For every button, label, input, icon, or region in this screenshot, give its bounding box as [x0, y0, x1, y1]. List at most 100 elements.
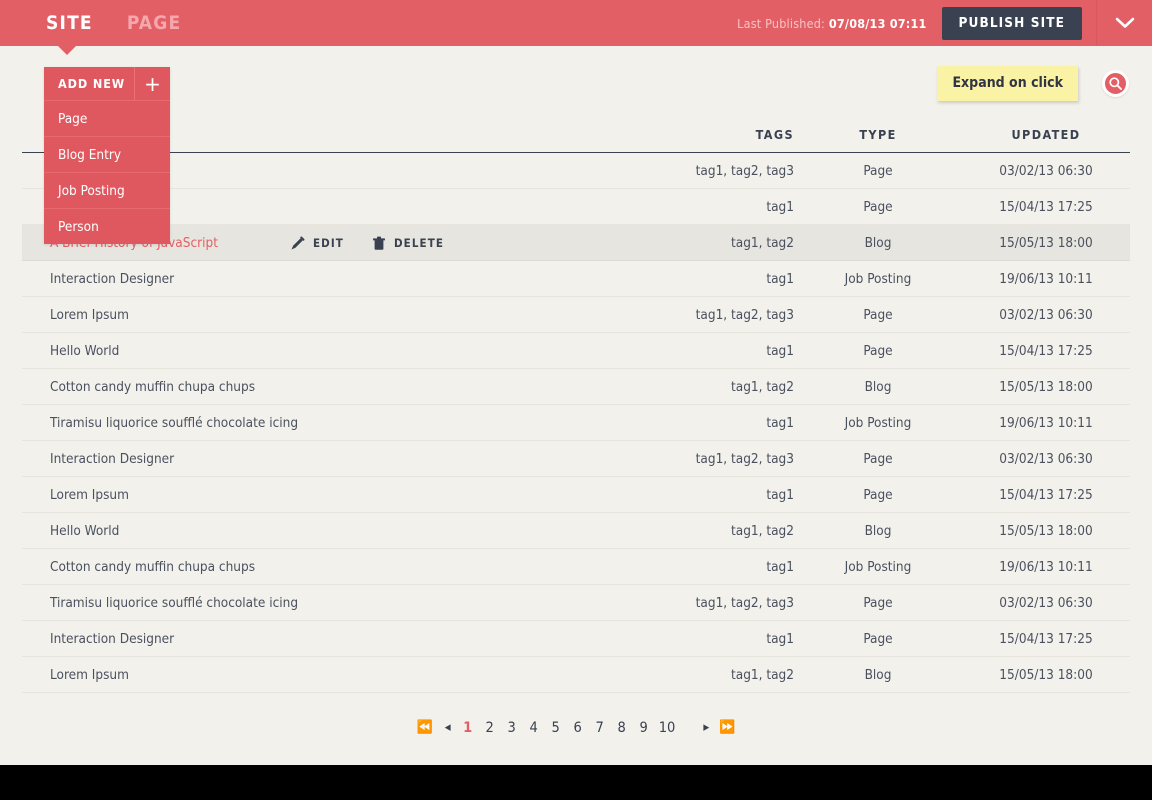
- pencil-icon: [291, 236, 305, 249]
- row-type: Page: [863, 306, 893, 323]
- column-header-type[interactable]: TYPE: [794, 127, 962, 142]
- content-table: TAGS TYPE UPDATED tag1, tag2, tag3 Page 03…: [22, 116, 1130, 693]
- page-10-button[interactable]: 10: [655, 714, 680, 742]
- row-type: Blog: [864, 666, 892, 683]
- row-updated: 15/05/13 18:00: [999, 666, 1093, 683]
- row-title: Lorem Ipsum: [50, 486, 129, 503]
- row-updated: 19/06/13 10:11: [999, 558, 1093, 575]
- page-6-button[interactable]: 6: [567, 714, 589, 742]
- tab-site[interactable]: SITE: [46, 0, 93, 46]
- row-type: Page: [863, 198, 893, 215]
- table-row[interactable]: Tiramisu liquorice soufflé chocolate ici…: [22, 585, 1130, 621]
- table-row[interactable]: Hello World tag1, tag2 Blog 15/05/13 18:00: [22, 513, 1130, 549]
- last-published-value: 07/08/13 07:11: [828, 15, 927, 31]
- row-updated: 15/04/13 17:25: [999, 198, 1093, 215]
- table-row[interactable]: tag1 Page 15/04/13 17:25: [22, 189, 1130, 225]
- table-row[interactable]: Interaction Designer tag1 Job Posting 19/06…: [22, 261, 1130, 297]
- add-new-menu-items: Page Blog Entry Job Posting Person: [44, 100, 170, 244]
- row-updated: 15/05/13 18:00: [999, 234, 1093, 251]
- add-new-item-person[interactable]: Person: [44, 208, 170, 244]
- expand-on-click-tooltip: Expand on click: [937, 66, 1078, 101]
- row-title: Lorem Ipsum: [50, 306, 129, 323]
- page-1-button[interactable]: 1: [457, 714, 479, 742]
- row-tags: tag1: [766, 414, 794, 431]
- trash-icon: [372, 236, 385, 250]
- row-type: Job Posting: [844, 270, 912, 287]
- page-7-button[interactable]: 7: [589, 714, 611, 742]
- row-updated: 15/05/13 18:00: [999, 378, 1093, 395]
- table-row[interactable]: Interaction Designer tag1 Page 15/04/13 17:…: [22, 621, 1130, 657]
- last-published-label: Last Published:: [737, 15, 826, 31]
- publish-site-button[interactable]: PUBLISH SITE: [941, 6, 1082, 40]
- row-updated: 15/04/13 17:25: [999, 486, 1093, 503]
- top-bar: SITE PAGE Last Published: 07/08/13 07:11…: [0, 0, 1152, 46]
- top-nav-tabs: SITE PAGE: [0, 0, 181, 46]
- page-2-button[interactable]: 2: [479, 714, 501, 742]
- row-type: Job Posting: [844, 414, 912, 431]
- chevron-down-icon: [1115, 17, 1134, 28]
- row-type: Blog: [864, 234, 892, 251]
- delete-label: DELETE: [393, 236, 445, 250]
- row-title: Interaction Designer: [50, 450, 175, 467]
- table-row[interactable]: Lorem Ipsum tag1, tag2 Blog 15/05/13 18:00: [22, 657, 1130, 693]
- row-updated: 19/06/13 10:11: [999, 270, 1093, 287]
- page-5-button[interactable]: 5: [545, 714, 567, 742]
- prev-page-icon[interactable]: ◂: [439, 714, 457, 742]
- topbar-collapse-toggle[interactable]: [1096, 0, 1152, 46]
- column-header-updated[interactable]: UPDATED: [962, 127, 1130, 142]
- row-title: Interaction Designer: [50, 270, 175, 287]
- table-row[interactable]: Lorem Ipsum tag1, tag2, tag3 Page 03/02/13 …: [22, 297, 1130, 333]
- plus-icon[interactable]: +: [134, 67, 170, 100]
- table-row[interactable]: Tiramisu liquorice soufflé chocolate ici…: [22, 405, 1130, 441]
- top-bar-right: Last Published: 07/08/13 07:11 PUBLISH S…: [737, 0, 1152, 46]
- row-actions: EDIT DELETE: [290, 225, 444, 261]
- column-header-tags[interactable]: TAGS: [626, 127, 794, 142]
- page-9-button[interactable]: 9: [633, 714, 655, 742]
- row-updated: 15/05/13 18:00: [999, 522, 1093, 539]
- add-new-button[interactable]: ADD NEW +: [44, 67, 170, 100]
- last-page-icon[interactable]: ⏩: [715, 714, 739, 742]
- table-row[interactable]: Interaction Designer tag1, tag2, tag3 Page…: [22, 441, 1130, 477]
- table-row[interactable]: Lorem Ipsum tag1 Page 15/04/13 17:25: [22, 477, 1130, 513]
- row-tags: tag1, tag2, tag3: [695, 306, 794, 323]
- table-header-row: TAGS TYPE UPDATED: [22, 116, 1130, 153]
- last-published-status: Last Published: 07/08/13 07:11: [737, 16, 926, 31]
- table-row[interactable]: tag1, tag2, tag3 Page 03/02/13 06:30: [22, 153, 1130, 189]
- row-tags: tag1, tag2, tag3: [695, 162, 794, 179]
- next-page-icon[interactable]: ▸: [697, 714, 715, 742]
- page-4-button[interactable]: 4: [523, 714, 545, 742]
- search-button[interactable]: [1102, 70, 1129, 97]
- row-tags: tag1: [766, 198, 794, 215]
- row-title: Interaction Designer: [50, 630, 175, 647]
- row-title: Hello World: [50, 522, 120, 539]
- row-updated: 15/04/13 17:25: [999, 342, 1093, 359]
- tab-page[interactable]: PAGE: [127, 0, 182, 46]
- table-row[interactable]: Cotton candy muffin chupa chups tag1, tag…: [22, 369, 1130, 405]
- row-title: Cotton candy muffin chupa chups: [50, 378, 256, 395]
- row-tags: tag1, tag2, tag3: [695, 450, 794, 467]
- delete-action[interactable]: DELETE: [372, 236, 444, 251]
- row-tags: tag1: [766, 486, 794, 503]
- table-row[interactable]: Hello World tag1 Page 15/04/13 17:25: [22, 333, 1130, 369]
- edit-action[interactable]: EDIT: [290, 236, 344, 251]
- row-type: Page: [863, 162, 893, 179]
- edit-label: EDIT: [313, 236, 344, 250]
- table-row[interactable]: Cotton candy muffin chupa chups tag1 Job P…: [22, 549, 1130, 585]
- row-tags: tag1: [766, 270, 794, 287]
- row-tags: tag1: [766, 558, 794, 575]
- add-new-item-job-posting[interactable]: Job Posting: [44, 172, 170, 208]
- table-row[interactable]: A Brief History of JavaScripttag1, tag2B…: [22, 225, 1130, 261]
- page-3-button[interactable]: 3: [501, 714, 523, 742]
- row-updated: 19/06/13 10:11: [999, 414, 1093, 431]
- table-body: tag1, tag2, tag3 Page 03/02/13 06:30 tag1 Pa…: [22, 153, 1130, 693]
- page-8-button[interactable]: 8: [611, 714, 633, 742]
- row-tags: tag1, tag2: [731, 234, 794, 251]
- add-new-item-page[interactable]: Page: [44, 100, 170, 136]
- row-updated: 03/02/13 06:30: [999, 306, 1093, 323]
- first-page-icon[interactable]: ⏪: [413, 714, 437, 742]
- row-type: Page: [863, 450, 893, 467]
- row-tags: tag1: [766, 342, 794, 359]
- row-type: Page: [863, 486, 893, 503]
- add-new-item-blog-entry[interactable]: Blog Entry: [44, 136, 170, 172]
- row-tags: tag1, tag2: [731, 666, 794, 683]
